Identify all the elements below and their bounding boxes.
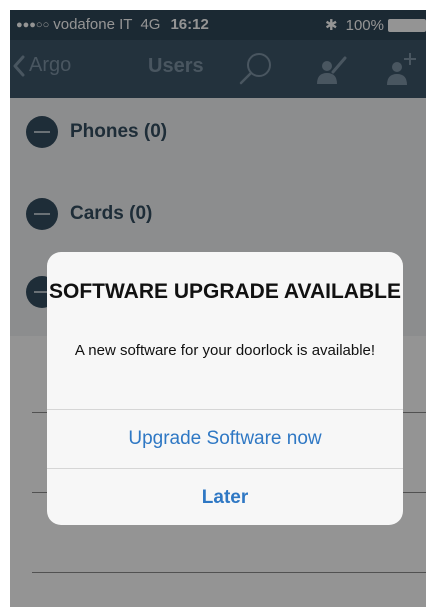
software-upgrade-alert: SOFTWARE UPGRADE AVAILABLE A new softwar… (47, 252, 403, 525)
alert-message: A new software for your doorlock is avai… (74, 342, 376, 359)
alert-title: SOFTWARE UPGRADE AVAILABLE (49, 280, 401, 303)
upgrade-now-button[interactable]: Upgrade Software now (47, 410, 403, 468)
later-button[interactable]: Later (47, 469, 403, 525)
app-screen: ●●●○○ vodafone IT 4G 16:12 ✱ 100% Argo U… (10, 10, 426, 607)
